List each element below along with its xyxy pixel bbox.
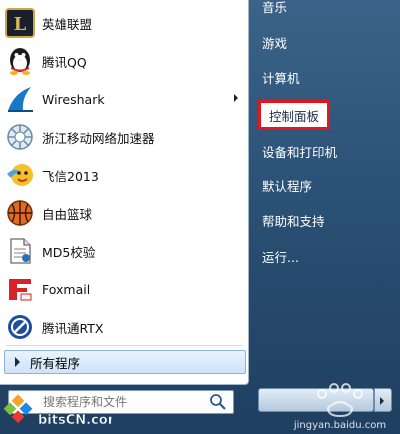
program-label: Foxmail: [42, 281, 91, 297]
bitscn-watermark-logo: bitsCN.com: [3, 394, 112, 428]
program-wireshark[interactable]: Wireshark: [0, 80, 248, 118]
program-freestyle-basketball[interactable]: 自由篮球: [0, 194, 248, 232]
program-label: 飞信2013: [42, 168, 99, 184]
rtx-icon: [4, 311, 36, 343]
right-item-default-programs[interactable]: 默认程序: [262, 171, 312, 199]
fetion-icon: [4, 159, 36, 191]
basketball-icon: [4, 197, 36, 229]
program-rtx[interactable]: 腾讯通RTX: [0, 308, 248, 346]
svg-text:L: L: [14, 14, 27, 35]
right-item-run[interactable]: 运行...: [262, 242, 299, 270]
arrow-right-icon: [15, 357, 20, 367]
program-label: MD5校验: [42, 244, 96, 260]
system-links-pane: 音乐 游戏 计算机 控制面板 设备和打印机 默认程序 帮助和支持 运行...: [248, 0, 400, 384]
right-item-games[interactable]: 游戏: [262, 28, 287, 56]
program-label: 自由篮球: [42, 206, 93, 222]
program-foxmail[interactable]: Foxmail: [0, 270, 248, 308]
md5-document-icon: [4, 235, 36, 267]
programs-pane: L 英雄联盟 腾讯QQ Wireshark 浙江移动网络加速器 飞信2013 自…: [0, 0, 249, 385]
program-qq[interactable]: 腾讯QQ: [0, 42, 248, 80]
program-league-of-legends[interactable]: L 英雄联盟: [0, 4, 248, 42]
svg-text:jingyan.baidu.com: jingyan.baidu.com: [293, 420, 386, 430]
program-label: 腾讯QQ: [42, 54, 87, 70]
program-label: 腾讯通RTX: [42, 320, 104, 336]
all-programs-button[interactable]: 所有程序: [4, 350, 246, 374]
program-md5-checker[interactable]: MD5校验: [0, 232, 248, 270]
pinned-programs-list: L 英雄联盟 腾讯QQ Wireshark 浙江移动网络加速器 飞信2013 自…: [0, 4, 248, 346]
right-item-devices-and-printers[interactable]: 设备和打印机: [262, 137, 337, 165]
separator: [6, 345, 242, 346]
foxmail-icon: [4, 273, 36, 305]
all-programs-label: 所有程序: [30, 355, 81, 371]
wireshark-fin-icon: [4, 83, 36, 115]
search-icon[interactable]: [209, 393, 227, 411]
jingyan-watermark: jingyan.baidu.com: [293, 383, 386, 430]
start-menu: L 英雄联盟 腾讯QQ Wireshark 浙江移动网络加速器 飞信2013 自…: [0, 0, 400, 434]
right-item-help-and-support[interactable]: 帮助和支持: [262, 206, 325, 234]
league-of-legends-icon: L: [4, 7, 36, 39]
qq-penguin-icon: [4, 45, 36, 77]
submenu-arrow-icon[interactable]: [234, 94, 238, 102]
program-label: 英雄联盟: [42, 16, 93, 32]
right-item-computer[interactable]: 计算机: [262, 63, 300, 91]
svg-text:bitsCN.com: bitsCN.com: [38, 413, 112, 428]
program-network-accelerator[interactable]: 浙江移动网络加速器: [0, 118, 248, 156]
program-label: 浙江移动网络加速器: [42, 130, 155, 146]
right-item-control-panel[interactable]: 控制面板: [258, 100, 331, 130]
program-label: Wireshark: [42, 91, 105, 107]
network-accelerator-icon: [4, 121, 36, 153]
right-item-music[interactable]: 音乐: [262, 0, 287, 20]
program-fetion[interactable]: 飞信2013: [0, 156, 248, 194]
